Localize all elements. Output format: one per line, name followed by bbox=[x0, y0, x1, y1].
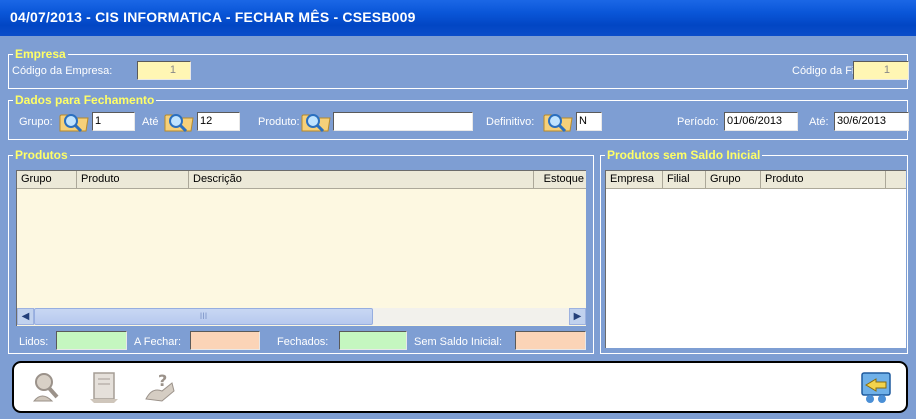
definitivo-field[interactable]: N bbox=[576, 112, 602, 131]
col-produto[interactable]: Produto bbox=[77, 171, 189, 189]
col-grupo[interactable]: Grupo bbox=[17, 171, 77, 189]
periodo-label: Período: bbox=[677, 116, 719, 128]
toolbar: ? bbox=[12, 361, 908, 413]
grupo-ate-field[interactable]: 12 bbox=[197, 112, 240, 131]
produtos-grid-body bbox=[17, 189, 586, 309]
a-fechar-label: A Fechar: bbox=[134, 336, 182, 348]
codigo-empresa-field[interactable]: 1 bbox=[137, 61, 191, 80]
window-title: 04/07/2013 - CIS INFORMATICA - FECHAR MÊ… bbox=[10, 9, 416, 25]
scroll-thumb-grip: III bbox=[199, 311, 208, 321]
fechados-field[interactable] bbox=[339, 331, 407, 350]
sem-saldo-grid[interactable]: Empresa Filial Grupo Produto bbox=[605, 170, 906, 348]
definitivo-search-icon[interactable] bbox=[542, 109, 574, 133]
fechados-label: Fechados: bbox=[277, 336, 329, 348]
grupo-ate-label: Até bbox=[142, 116, 159, 128]
produtos-grid[interactable]: Grupo Produto Descrição Estoque ◀ III ▶ bbox=[16, 170, 586, 326]
codigo-filial-field[interactable]: 1 bbox=[853, 61, 909, 80]
periodo-field[interactable]: 01/06/2013 bbox=[724, 112, 798, 131]
periodo-ate-field[interactable]: 30/6/2013 bbox=[834, 112, 909, 131]
a-fechar-field[interactable] bbox=[190, 331, 260, 350]
sem-saldo-grid-header: Empresa Filial Grupo Produto bbox=[606, 171, 906, 189]
fechamento-legend: Dados para Fechamento bbox=[13, 93, 157, 107]
codigo-empresa-label: Código da Empresa: bbox=[12, 65, 113, 77]
title-bar: 04/07/2013 - CIS INFORMATICA - FECHAR MÊ… bbox=[0, 0, 916, 36]
exit-icon[interactable] bbox=[858, 369, 894, 405]
sem-saldo-field[interactable] bbox=[515, 331, 586, 350]
grupo-search-icon[interactable] bbox=[58, 109, 90, 133]
sem-saldo-label: Sem Saldo Inicial: bbox=[414, 336, 503, 348]
produtos-legend: Produtos bbox=[13, 148, 70, 162]
col-empresa[interactable]: Empresa bbox=[606, 171, 663, 189]
main-window: 04/07/2013 - CIS INFORMATICA - FECHAR MÊ… bbox=[0, 0, 916, 419]
grupo-ate-search-icon[interactable] bbox=[163, 109, 195, 133]
help-icon[interactable]: ? bbox=[142, 369, 178, 405]
scroll-right-icon[interactable]: ▶ bbox=[569, 308, 586, 325]
empresa-legend: Empresa bbox=[13, 47, 68, 61]
sem-saldo-legend: Produtos sem Saldo Inicial bbox=[605, 148, 763, 162]
col-filial[interactable]: Filial bbox=[663, 171, 706, 189]
produto-field[interactable] bbox=[333, 112, 473, 131]
definitivo-label: Definitivo: bbox=[486, 116, 535, 128]
col-produto-sem-saldo[interactable]: Produto bbox=[761, 171, 886, 189]
col-estoque[interactable]: Estoque bbox=[534, 171, 586, 189]
scroll-thumb[interactable]: III bbox=[34, 308, 373, 325]
save-document-icon[interactable] bbox=[86, 369, 122, 405]
scroll-left-icon[interactable]: ◀ bbox=[17, 308, 34, 325]
lidos-label: Lidos: bbox=[19, 336, 49, 348]
produto-search-icon[interactable] bbox=[300, 109, 332, 133]
col-grupo-sem-saldo[interactable]: Grupo bbox=[706, 171, 761, 189]
produtos-grid-header: Grupo Produto Descrição Estoque bbox=[17, 171, 586, 189]
grupo-field[interactable]: 1 bbox=[92, 112, 135, 131]
produto-label: Produto: bbox=[258, 116, 300, 128]
produtos-hscrollbar[interactable]: ◀ III ▶ bbox=[17, 308, 586, 325]
svg-text:?: ? bbox=[158, 371, 167, 390]
sem-saldo-grid-body bbox=[606, 189, 906, 348]
grupo-label: Grupo: bbox=[19, 116, 53, 128]
col-descricao[interactable]: Descrição bbox=[189, 171, 534, 189]
lidos-field[interactable] bbox=[56, 331, 127, 350]
search-person-icon[interactable] bbox=[30, 369, 66, 405]
col-estoque-label: Estoque bbox=[543, 173, 584, 185]
periodo-ate-label: Até: bbox=[809, 116, 829, 128]
